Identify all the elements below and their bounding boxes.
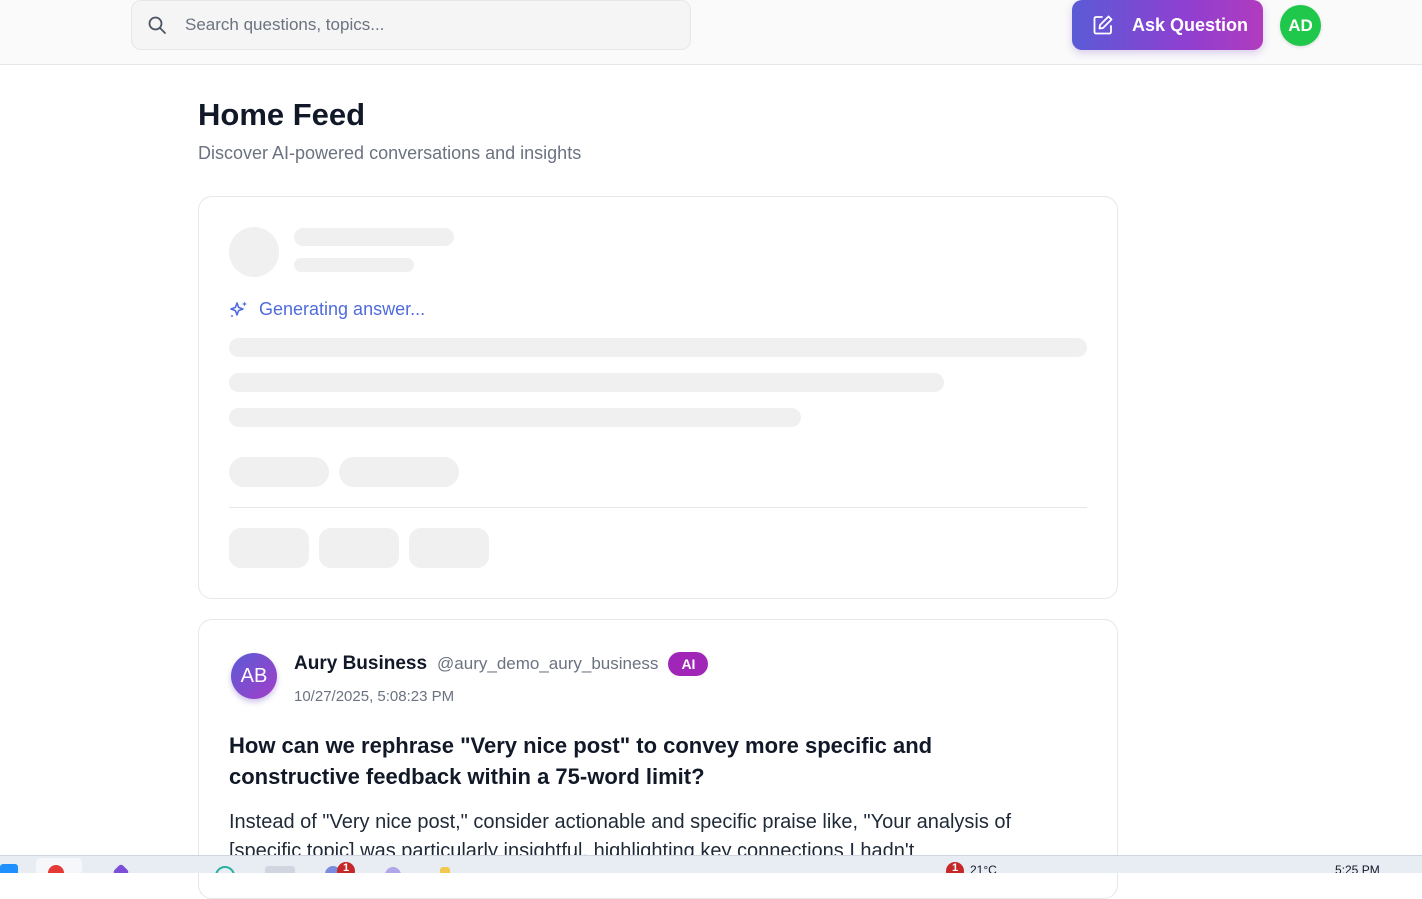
skeleton-action-button [409,528,489,568]
app-icon[interactable] [265,866,295,873]
post-timestamp: 10/27/2025, 5:08:23 PM [294,688,455,705]
author-name[interactable]: Aury Business [294,653,427,675]
sparkle-icon [229,300,249,320]
os-taskbar: 1 1 21°C 5:25 PM [0,855,1422,873]
skeleton-name [294,228,454,246]
skeleton-action-button [319,528,399,568]
author-avatar[interactable]: AB [231,653,277,699]
app-icon[interactable] [385,867,401,873]
skeleton-avatar [229,227,279,277]
skeleton-tag [229,457,329,487]
ask-question-button[interactable]: Ask Question [1072,0,1263,50]
app-icon[interactable] [112,863,130,873]
skeleton-text-line [229,408,801,427]
author-handle[interactable]: @aury_demo_aury_business [437,654,658,674]
skeleton-text-line [229,338,1087,357]
user-initials: AD [1288,15,1313,35]
top-bar: Ask Question AD [0,0,1422,65]
skeleton-tag [339,457,459,487]
page-subtitle: Discover AI-powered conversations and in… [198,143,582,163]
skeleton-text-line [229,373,944,392]
generating-label: Generating answer... [259,299,426,319]
system-clock[interactable]: 5:25 PM [1335,863,1380,873]
card-divider [229,507,1087,508]
ai-badge: AI [668,652,709,676]
author-initials: AB [240,664,268,687]
app-icon[interactable] [440,867,450,873]
skeleton-meta [294,258,414,272]
notification-badge: 1 [337,862,355,873]
post-question[interactable]: How can we rephrase "Very nice post" to … [229,730,1029,792]
page-title: Home Feed [198,97,366,132]
search-icon [147,15,167,35]
search-bar[interactable] [131,0,691,50]
author-line: Aury Business @aury_demo_aury_business A… [294,652,709,676]
start-icon[interactable] [0,864,18,873]
user-avatar[interactable]: AD [1280,5,1321,46]
weather-alert-badge: 1 [946,862,964,873]
skeleton-action-button [229,528,309,568]
weather-temperature[interactable]: 21°C [970,863,997,873]
search-input[interactable] [183,14,667,36]
loading-post-card: Generating answer... [198,196,1118,599]
generating-status: Generating answer... [229,299,425,320]
edit-icon [1092,14,1114,36]
app-icon[interactable] [215,866,235,873]
ask-question-label: Ask Question [1132,14,1249,35]
